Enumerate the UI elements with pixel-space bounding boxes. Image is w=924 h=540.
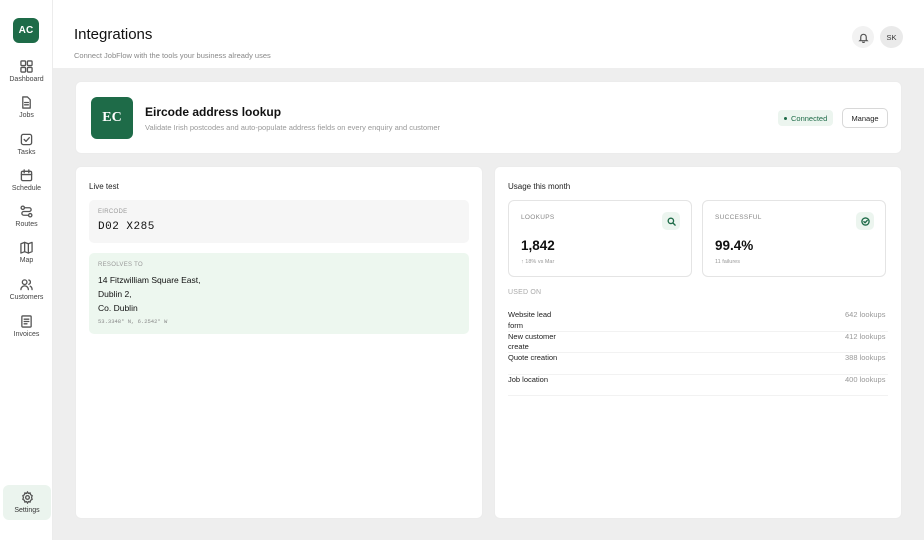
notifications-button[interactable] xyxy=(852,26,874,48)
used-on-label: USED ON xyxy=(508,289,542,296)
sidebar-item-schedule[interactable]: Schedule xyxy=(0,169,53,192)
integration-title: Eircode address lookup xyxy=(145,105,282,119)
manage-button[interactable]: Manage xyxy=(842,108,888,128)
address-line: Dublin 2, xyxy=(98,289,132,299)
users-icon xyxy=(20,279,33,291)
used-on-count: 400 lookups xyxy=(845,374,886,384)
address-line: 14 Fitzwilliam Square East, xyxy=(98,275,201,285)
used-on-list: Website lead form 642 lookups New custom… xyxy=(508,310,888,396)
status-dot-icon xyxy=(784,116,787,120)
sidebar-item-tasks[interactable]: Tasks xyxy=(0,133,53,156)
sidebar-item-jobs[interactable]: Jobs xyxy=(0,96,53,119)
app-logo[interactable]: AC xyxy=(13,18,39,43)
gear-icon xyxy=(21,491,33,504)
sidebar-item-label: Routes xyxy=(15,221,38,228)
check-square-icon xyxy=(20,133,33,146)
resolves-to-box: RESOLVES TO 14 Fitzwilliam Square East, … xyxy=(89,253,469,334)
sidebar-item-label: Settings xyxy=(14,507,40,514)
status-text: Connected xyxy=(791,113,828,123)
list-item: New customer create 412 lookups xyxy=(508,331,888,353)
list-item: Quote creation 388 lookups xyxy=(508,353,888,375)
page-subtitle: Connect JobFlow with the tools your busi… xyxy=(74,51,271,60)
used-on-name: Quote creation xyxy=(508,353,558,362)
sidebar-item-label: Tasks xyxy=(17,149,36,156)
coordinates: 53.3348° N, 6.2542° W xyxy=(98,318,168,325)
sidebar: AC Dashboard Jobs Tasks Schedule Routes … xyxy=(0,0,53,540)
grid-icon xyxy=(20,60,33,73)
sidebar-item-settings[interactable]: Settings xyxy=(3,485,51,520)
sidebar-item-label: Dashboard xyxy=(9,76,44,83)
stat-sub: 11 failures xyxy=(715,259,740,265)
list-item: Job location 400 lookups xyxy=(508,374,888,396)
map-icon xyxy=(20,241,33,254)
used-on-count: 412 lookups xyxy=(845,331,886,341)
integration-logo: EC xyxy=(91,97,133,139)
sidebar-item-invoices[interactable]: Invoices xyxy=(0,315,53,338)
successful-stat-card: SUCCESSFUL 99.4% 11 failures xyxy=(702,200,886,277)
sidebar-item-label: Schedule xyxy=(11,185,42,192)
sidebar-item-map[interactable]: Map xyxy=(0,241,53,264)
live-test-panel: Live test EIRCODE D02 X285 RESOLVES TO 1… xyxy=(75,166,483,519)
used-on-name: Job location xyxy=(508,374,549,384)
sidebar-item-label: Invoices xyxy=(13,331,40,338)
list-item: Website lead form 642 lookups xyxy=(508,310,888,332)
live-test-title: Live test xyxy=(89,182,119,191)
eircode-value: D02 X285 xyxy=(98,221,155,233)
stat-label: SUCCESSFUL xyxy=(715,214,762,221)
usage-title: Usage this month xyxy=(508,182,571,191)
stat-value: 1,842 xyxy=(521,238,555,253)
sidebar-item-routes[interactable]: Routes xyxy=(0,205,53,228)
route-icon xyxy=(20,205,33,218)
sidebar-item-label: Map xyxy=(19,257,34,264)
avatar[interactable]: SK xyxy=(880,26,903,48)
sidebar-item-customers[interactable]: Customers xyxy=(0,278,53,301)
integration-description: Validate Irish postcodes and auto-popula… xyxy=(145,123,441,132)
invoice-icon xyxy=(21,315,32,328)
calendar-icon xyxy=(20,169,33,182)
stat-label: LOOKUPS xyxy=(521,214,555,221)
address-line: Co. Dublin xyxy=(98,303,138,313)
usage-panel: Usage this month LOOKUPS 1,842 ↑ 18% vs … xyxy=(494,166,902,519)
eircode-label: EIRCODE xyxy=(98,209,128,215)
check-circle-icon xyxy=(856,212,874,230)
stat-sub: ↑ 18% vs Mar xyxy=(521,259,555,265)
stat-value: 99.4% xyxy=(715,238,754,253)
page-header: Integrations Connect JobFlow with the to… xyxy=(53,0,924,68)
sidebar-item-label: Jobs xyxy=(19,112,34,119)
eircode-field[interactable]: EIRCODE D02 X285 xyxy=(89,200,469,243)
used-on-count: 642 lookups xyxy=(845,310,886,319)
page-title: Integrations xyxy=(74,26,153,43)
bell-icon xyxy=(857,33,869,43)
file-icon xyxy=(22,96,31,109)
used-on-name: New customer create xyxy=(508,331,556,352)
used-on-name: Website lead form xyxy=(508,310,552,330)
integration-card: EC Eircode address lookup Validate Irish… xyxy=(75,81,902,154)
resolves-to-label: RESOLVES TO xyxy=(98,262,143,268)
sidebar-item-label: Customers xyxy=(9,294,44,301)
sidebar-item-dashboard[interactable]: Dashboard xyxy=(0,60,53,83)
search-icon xyxy=(662,212,680,230)
used-on-count: 388 lookups xyxy=(845,353,886,362)
status-badge: Connected xyxy=(778,110,834,126)
lookups-stat-card: LOOKUPS 1,842 ↑ 18% vs Mar xyxy=(508,200,692,277)
